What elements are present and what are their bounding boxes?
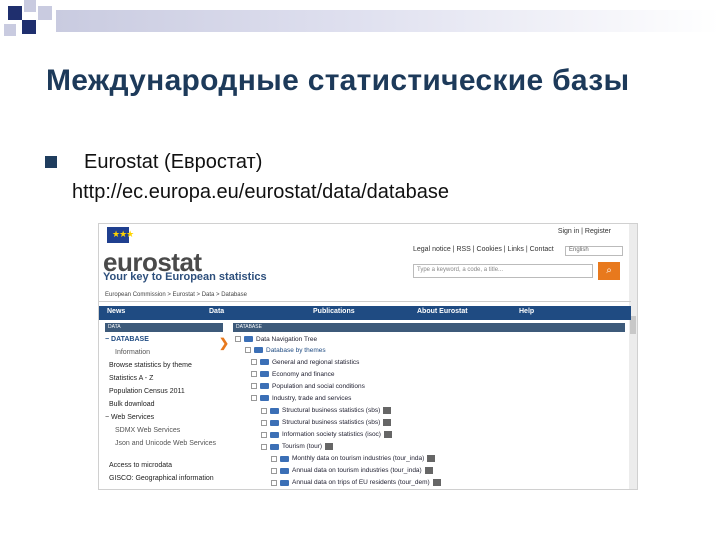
menu-browse-by-theme[interactable]: Browse statistics by theme [109, 362, 192, 369]
toggle-icon [271, 479, 277, 486]
tree-node[interactable]: Annual data on tourism industries (tour_… [271, 467, 433, 474]
folder-icon [260, 359, 269, 366]
folder-icon [260, 395, 269, 402]
decorative-square [8, 6, 22, 20]
nav-news[interactable]: News [107, 308, 125, 315]
toggle-icon [251, 371, 257, 378]
tree-node[interactable]: Database by themes [245, 347, 326, 354]
toggle-icon [261, 443, 267, 450]
menu-gisco[interactable]: GISCO: Geographical information [109, 475, 214, 482]
menu-bulk-download[interactable]: Bulk download [109, 401, 155, 408]
toggle-icon [261, 431, 267, 438]
bullet-marker [45, 156, 57, 168]
search-button[interactable]: ⌕ [598, 262, 620, 280]
toggle-icon [235, 336, 241, 343]
nav-publications[interactable]: Publications [313, 308, 355, 315]
divider [99, 301, 631, 302]
toggle-icon [245, 347, 251, 354]
folder-icon [260, 371, 269, 378]
tree-node[interactable]: Tourism (tour) [261, 443, 334, 450]
folder-icon [280, 479, 289, 486]
menu-census-2011[interactable]: Population Census 2011 [109, 388, 185, 395]
search-input[interactable]: Type a keyword, a code, a title... [413, 264, 593, 278]
search-icon: ⌕ [606, 265, 612, 276]
tree-node[interactable]: Structural business statistics (sbs) [261, 419, 392, 426]
eu-flag-icon: ★★★ [107, 227, 134, 243]
nav-data[interactable]: Data [209, 308, 224, 315]
table-icon [383, 407, 392, 414]
signin-links[interactable]: Sign in | Register [558, 228, 611, 235]
menu-web-services[interactable]: − Web Services [105, 414, 154, 421]
menu-json-services[interactable]: Json and Unicode Web Services [115, 440, 216, 447]
folder-icon [260, 383, 269, 390]
toggle-icon [251, 359, 257, 366]
table-icon [432, 479, 441, 486]
table-icon [383, 431, 392, 438]
decorative-band [56, 10, 720, 32]
tree-node[interactable]: Data Navigation Tree [235, 336, 317, 343]
top-bar: ★★★ Sign in | Register [99, 224, 637, 246]
folder-icon [270, 431, 279, 438]
toggle-icon [271, 467, 277, 474]
bullet-text: Eurostat (Евростат) [84, 151, 263, 173]
tree-node[interactable]: Industry, trade and services [251, 395, 351, 402]
folder-icon [270, 419, 279, 426]
tree-node[interactable]: Structural business statistics (sbs) [261, 407, 392, 414]
table-icon [325, 443, 334, 450]
breadcrumb[interactable]: European Commission > Eurostat > Data > … [105, 292, 247, 298]
table-icon [424, 467, 433, 474]
tree-node[interactable]: Population and social conditions [251, 383, 365, 390]
table-icon [427, 455, 436, 462]
right-panel-header: DATABASE [233, 323, 625, 332]
menu-information[interactable]: Information [115, 349, 150, 356]
toggle-icon [261, 407, 267, 414]
tagline: Your key to European statistics [103, 271, 267, 283]
tree-node[interactable]: Information society statistics (isoc) [261, 431, 392, 438]
decorative-square [22, 20, 36, 34]
tree-node[interactable]: General and regional statistics [251, 359, 359, 366]
folder-icon [270, 407, 279, 414]
bullet-url[interactable]: http://ec.europa.eu/eurostat/data/databa… [72, 181, 449, 204]
folder-icon [280, 455, 289, 462]
table-icon [383, 419, 392, 426]
left-panel-header: DATA [105, 323, 223, 332]
decorative-square [24, 0, 36, 12]
nav-help[interactable]: Help [519, 308, 534, 315]
decorative-header [0, 0, 720, 40]
menu-microdata[interactable]: Access to microdata [109, 462, 172, 469]
chevron-right-icon: ❯ [219, 336, 230, 350]
slide-title: Международные статистические базы [46, 64, 630, 97]
toggle-icon [251, 395, 257, 402]
language-select[interactable]: English [565, 246, 623, 256]
folder-icon [244, 336, 253, 343]
decorative-square [38, 6, 52, 20]
tree-node[interactable]: Annual data on trips of EU residents (to… [271, 479, 441, 486]
toggle-icon [251, 383, 257, 390]
nav-about[interactable]: About Eurostat [417, 308, 468, 315]
folder-icon [254, 347, 263, 354]
toggle-icon [261, 419, 267, 426]
tree-node[interactable]: Economy and finance [251, 371, 335, 378]
scrollbar[interactable] [629, 224, 637, 489]
decorative-square [4, 24, 16, 36]
eurostat-screenshot: ★★★ Sign in | Register eurostat Your key… [98, 223, 638, 490]
folder-icon [270, 443, 279, 450]
tree-node[interactable]: Monthly data on tourism industries (tour… [271, 455, 436, 462]
folder-icon [280, 467, 289, 474]
menu-statistics-az[interactable]: Statistics A - Z [109, 375, 153, 382]
menu-database[interactable]: − DATABASE [105, 336, 149, 343]
toggle-icon [271, 455, 277, 462]
menu-sdmx-services[interactable]: SDMX Web Services [115, 427, 180, 434]
utility-links[interactable]: Legal notice | RSS | Cookies | Links | C… [413, 246, 554, 253]
main-nav: News Data Publications About Eurostat He… [99, 306, 631, 320]
